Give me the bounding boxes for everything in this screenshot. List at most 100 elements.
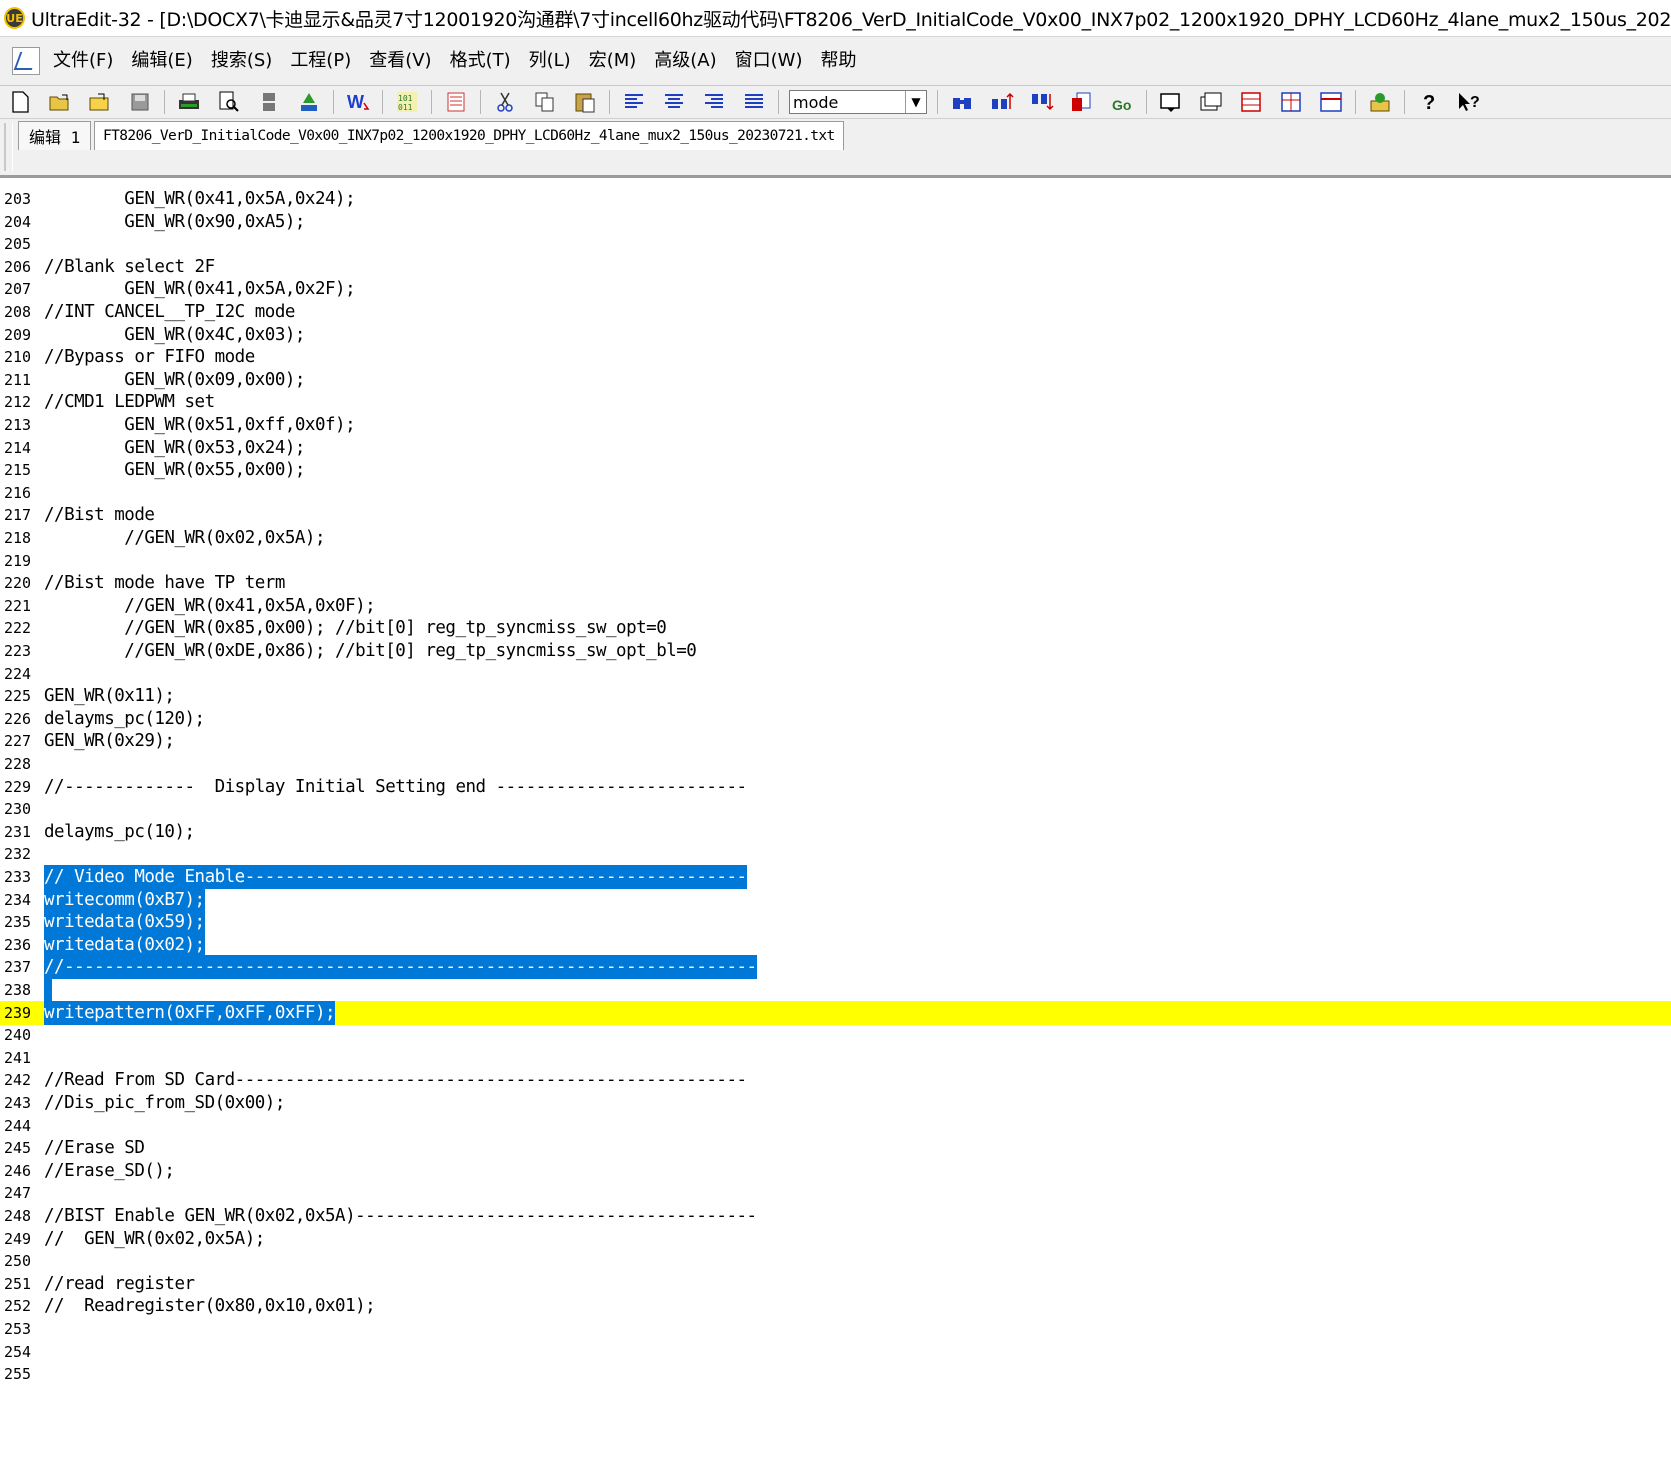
- help-icon[interactable]: ?: [1415, 88, 1443, 116]
- code-text[interactable]: //INT CANCEL__TP_I2C mode: [44, 300, 295, 324]
- code-line[interactable]: 231 delayms_pc(10);: [0, 820, 1671, 844]
- code-text[interactable]: writedata(0x02);: [44, 933, 205, 957]
- code-text[interactable]: GEN_WR(0x11);: [44, 684, 175, 708]
- code-text[interactable]: //read register: [44, 1272, 195, 1296]
- save-icon[interactable]: [126, 88, 154, 116]
- search-combo[interactable]: mode ▼: [789, 90, 927, 114]
- code-text[interactable]: GEN_WR(0x29);: [44, 729, 175, 753]
- code-line[interactable]: 233 // Video Mode Enable-----------------…: [0, 865, 1671, 889]
- code-line[interactable]: 255: [0, 1362, 1671, 1386]
- menu-search[interactable]: 搜索(S): [202, 46, 281, 76]
- code-text[interactable]: //Read From SD Card---------------------…: [44, 1068, 747, 1092]
- code-text[interactable]: //Erase_SD();: [44, 1159, 175, 1183]
- code-text[interactable]: //Dis_pic_from_SD(0x00);: [44, 1091, 285, 1115]
- code-line[interactable]: 242 //Read From SD Card------------------…: [0, 1068, 1671, 1092]
- code-text[interactable]: //GEN_WR(0x02,0x5A);: [44, 526, 325, 550]
- menu-column[interactable]: 列(L): [520, 46, 580, 76]
- replace-icon[interactable]: [1068, 88, 1096, 116]
- code-text[interactable]: //Bist mode have TP term: [44, 571, 285, 595]
- menu-advanced[interactable]: 高级(A): [645, 46, 725, 76]
- window-icon[interactable]: [1157, 88, 1185, 116]
- code-text[interactable]: // Readregister(0x80,0x10,0x01);: [44, 1294, 376, 1318]
- menu-format[interactable]: 格式(T): [441, 46, 520, 76]
- code-editor[interactable]: 203 GEN_WR(0x41,0x5A,0x24); 204 GEN_WR(0x…: [0, 187, 1671, 1467]
- context-help-icon[interactable]: ?: [1455, 88, 1483, 116]
- tab-document-group[interactable]: 编辑 1: [18, 121, 92, 150]
- code-text[interactable]: writedata(0x59);: [44, 910, 205, 934]
- print-icon[interactable]: [175, 88, 203, 116]
- code-line[interactable]: 210 //Bypass or FIFO mode: [0, 345, 1671, 369]
- code-line[interactable]: 249 // GEN_WR(0x02,0x5A);: [0, 1227, 1671, 1251]
- code-line[interactable]: 254: [0, 1340, 1671, 1364]
- save-all-icon[interactable]: [255, 88, 283, 116]
- code-line[interactable]: 212 //CMD1 LEDPWM set: [0, 390, 1671, 414]
- code-line[interactable]: 213 GEN_WR(0x51,0xff,0x0f);: [0, 413, 1671, 437]
- open-project-icon[interactable]: [86, 88, 114, 116]
- code-line[interactable]: 211 GEN_WR(0x09,0x00);: [0, 368, 1671, 392]
- code-text[interactable]: //--------------------------------------…: [44, 955, 757, 979]
- code-line[interactable]: 206 //Blank select 2F: [0, 255, 1671, 279]
- code-line[interactable]: 252 // Readregister(0x80,0x10,0x01);: [0, 1294, 1671, 1318]
- code-line[interactable]: 246 //Erase_SD();: [0, 1159, 1671, 1183]
- code-line[interactable]: 204 GEN_WR(0x90,0xA5);: [0, 210, 1671, 234]
- code-text[interactable]: //Erase SD: [44, 1136, 145, 1160]
- code-line[interactable]: 253: [0, 1317, 1671, 1341]
- code-text[interactable]: //GEN_WR(0x41,0x5A,0x0F);: [44, 594, 375, 618]
- document-menu-icon[interactable]: [12, 47, 40, 75]
- code-text[interactable]: writepattern(0xFF,0xFF,0xFF);: [44, 1001, 336, 1025]
- code-text[interactable]: [44, 978, 52, 1002]
- recycle-icon[interactable]: [295, 88, 323, 116]
- code-text[interactable]: // Video Mode Enable--------------------…: [44, 865, 747, 889]
- code-text[interactable]: GEN_WR(0x53,0x24);: [44, 436, 305, 460]
- code-text[interactable]: GEN_WR(0x51,0xff,0x0f);: [44, 413, 355, 437]
- tile-vertical-icon[interactable]: [1277, 88, 1305, 116]
- find-prev-icon[interactable]: [1028, 88, 1056, 116]
- code-line[interactable]: 241: [0, 1046, 1671, 1070]
- open-folder-icon[interactable]: [46, 88, 74, 116]
- code-line[interactable]: 239 writepattern(0xFF,0xFF,0xFF);: [0, 1001, 1671, 1025]
- new-file-icon[interactable]: [6, 88, 34, 116]
- code-line[interactable]: 248 //BIST Enable GEN_WR(0x02,0x5A)------…: [0, 1204, 1671, 1228]
- code-line[interactable]: 251 //read register: [0, 1272, 1671, 1296]
- code-text[interactable]: //BIST Enable GEN_WR(0x02,0x5A)---------…: [44, 1204, 757, 1228]
- print-preview-icon[interactable]: [215, 88, 243, 116]
- code-text[interactable]: GEN_WR(0x4C,0x03);: [44, 323, 305, 347]
- find-next-icon[interactable]: [988, 88, 1016, 116]
- code-line[interactable]: 203 GEN_WR(0x41,0x5A,0x24);: [0, 187, 1671, 211]
- code-line[interactable]: 217 //Bist mode: [0, 503, 1671, 527]
- code-line[interactable]: 247: [0, 1181, 1671, 1205]
- tab-file[interactable]: FT8206_VerD_InitialCode_V0x00_INX7p02_12…: [94, 121, 844, 150]
- paste-icon[interactable]: [571, 88, 599, 116]
- align-right-icon[interactable]: [700, 88, 728, 116]
- code-text[interactable]: GEN_WR(0x41,0x5A,0x2F);: [44, 277, 355, 301]
- code-line[interactable]: 215 GEN_WR(0x55,0x00);: [0, 458, 1671, 482]
- code-line[interactable]: 209 GEN_WR(0x4C,0x03);: [0, 323, 1671, 347]
- code-text[interactable]: delayms_pc(10);: [44, 820, 195, 844]
- code-line[interactable]: 240: [0, 1023, 1671, 1047]
- code-line[interactable]: 237 //-----------------------------------…: [0, 955, 1671, 979]
- align-left-icon[interactable]: [620, 88, 648, 116]
- code-line[interactable]: 219: [0, 549, 1671, 573]
- code-line[interactable]: 234 writecomm(0xB7);: [0, 888, 1671, 912]
- code-text[interactable]: GEN_WR(0x55,0x00);: [44, 458, 305, 482]
- menu-project[interactable]: 工程(P): [281, 46, 360, 76]
- ftp-icon[interactable]: [1366, 88, 1394, 116]
- code-line[interactable]: 225 GEN_WR(0x11);: [0, 684, 1671, 708]
- align-center-icon[interactable]: [660, 88, 688, 116]
- code-text[interactable]: GEN_WR(0x90,0xA5);: [44, 210, 305, 234]
- code-line[interactable]: 230: [0, 797, 1671, 821]
- code-text[interactable]: writecomm(0xB7);: [44, 888, 205, 912]
- menu-view[interactable]: 查看(V): [360, 46, 440, 76]
- code-text[interactable]: GEN_WR(0x09,0x00);: [44, 368, 305, 392]
- justify-icon[interactable]: [740, 88, 768, 116]
- code-line[interactable]: 222 //GEN_WR(0x85,0x00); //bit[0] reg_tp…: [0, 616, 1671, 640]
- code-line[interactable]: 227 GEN_WR(0x29);: [0, 729, 1671, 753]
- code-line[interactable]: 208 //INT CANCEL__TP_I2C mode: [0, 300, 1671, 324]
- cascade-icon[interactable]: [1197, 88, 1225, 116]
- code-line[interactable]: 229 //------------- Display Initial Setti…: [0, 775, 1671, 799]
- code-line[interactable]: 220 //Bist mode have TP term: [0, 571, 1671, 595]
- code-line[interactable]: 236 writedata(0x02);: [0, 933, 1671, 957]
- chevron-down-icon[interactable]: ▼: [905, 91, 926, 113]
- code-line[interactable]: 235 writedata(0x59);: [0, 910, 1671, 934]
- code-line[interactable]: 218 //GEN_WR(0x02,0x5A);: [0, 526, 1671, 550]
